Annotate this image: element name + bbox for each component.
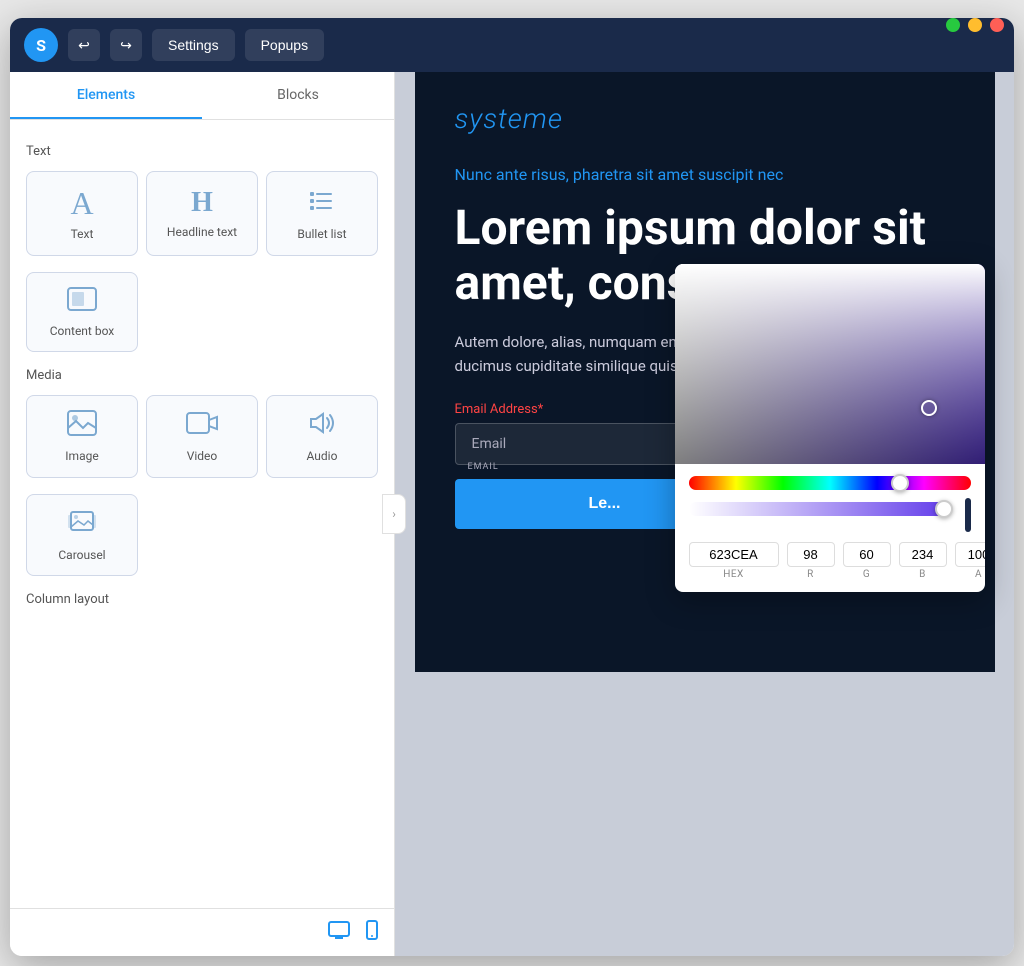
element-headline[interactable]: H Headline text [146,171,258,256]
g-input-group: G [843,542,891,580]
settings-button[interactable]: Settings [152,29,235,61]
alpha-slider-wrapper [689,501,949,520]
a-input[interactable] [955,542,985,567]
element-carousel[interactable]: Carousel [26,494,138,577]
color-picker-popup: HEX R G B [675,264,985,592]
element-video[interactable]: Video [146,395,258,478]
hue-slider[interactable] [689,476,971,490]
hue-thumb[interactable] [891,474,909,492]
redo-icon: ↪ [120,37,132,54]
hex-label: HEX [723,569,744,580]
color-cursor[interactable] [921,400,937,416]
color-controls: HEX R G B [675,464,985,592]
headline-icon: H [191,189,213,217]
b-input[interactable] [899,542,947,567]
b-label: B [919,569,926,580]
media-elements-grid: Image Video [26,395,378,478]
headline-label: Headline text [167,225,237,241]
left-panel: Elements Blocks Text A Text H Hea [10,72,395,956]
element-image[interactable]: Image [26,395,138,478]
alpha-slider[interactable] [689,502,949,516]
elements-panel: Text A Text H Headline text [10,120,394,908]
element-bullet[interactable]: Bullet list [266,171,378,256]
traffic-light-green[interactable] [946,18,960,32]
g-label: G [863,569,870,580]
audio-label: Audio [307,449,338,465]
toolbar: S ↩ ↪ Settings Popups [10,18,1014,72]
alpha-row [689,498,971,532]
undo-button[interactable]: ↩ [68,29,100,61]
r-input[interactable] [787,542,835,567]
g-input[interactable] [843,542,891,567]
hue-slider-wrapper [689,476,971,490]
audio-icon [307,410,337,441]
redo-button[interactable]: ↪ [110,29,142,61]
page-canvas: systeme Nunc ante risus, pharetra sit am… [415,72,995,672]
tab-blocks[interactable]: Blocks [202,72,394,119]
traffic-light-yellow[interactable] [968,18,982,32]
carousel-label: Carousel [58,548,105,564]
bullet-label: Bullet list [297,227,346,243]
required-asterisk: * [538,402,544,417]
image-icon [67,410,97,441]
main-window: S ↩ ↪ Settings Popups Elements Blocks [10,18,1014,956]
text-icon: A [70,187,93,219]
popups-button[interactable]: Popups [245,29,324,61]
panel-collapse-arrow[interactable]: › [382,494,406,534]
section-label-text: Text [26,144,378,159]
b-input-group: B [899,542,947,580]
element-text[interactable]: A Text [26,171,138,256]
traffic-light-red[interactable] [990,18,1004,32]
panel-tabs: Elements Blocks [10,72,394,120]
video-label: Video [187,449,218,465]
r-label: R [807,569,814,580]
color-gradient-area[interactable] [675,264,985,464]
a-label: A [975,569,982,580]
text-label: Text [71,227,94,243]
element-audio[interactable]: Audio [266,395,378,478]
panel-bottom [10,908,394,956]
content-box-icon [67,287,97,316]
traffic-lights [946,18,1004,32]
element-content-box[interactable]: Content box [26,272,138,353]
email-input-tag: EMAIL [468,462,499,472]
gradient-overlay [675,264,985,464]
hex-input[interactable] [689,542,779,567]
video-icon [186,410,218,441]
carousel-grid: Carousel [26,494,378,577]
color-values: HEX R G B [689,542,971,580]
hero-subtitle: Nunc ante risus, pharetra sit amet susci… [455,165,955,184]
section-label-media: Media [26,368,378,383]
content-box-grid: Content box [26,272,378,353]
mobile-icon[interactable] [366,920,378,945]
undo-icon: ↩ [78,37,90,54]
carousel-icon [67,509,97,540]
image-label: Image [65,449,98,465]
a-input-group: A [955,542,985,580]
desktop-icon[interactable] [328,921,350,944]
main-area: Elements Blocks Text A Text H Hea [10,72,1014,956]
bullet-icon [308,186,336,219]
logo-button[interactable]: S [24,28,58,62]
canvas-area: systeme Nunc ante risus, pharetra sit am… [395,72,1014,956]
section-label-column: Column layout [26,592,378,607]
hex-input-group: HEX [689,542,779,580]
site-logo: systeme [455,102,955,135]
color-swatch [965,498,971,532]
r-input-group: R [787,542,835,580]
text-elements-grid: A Text H Headline text [26,171,378,256]
tab-elements[interactable]: Elements [10,72,202,119]
alpha-thumb[interactable] [935,500,953,518]
content-box-label: Content box [50,324,115,340]
